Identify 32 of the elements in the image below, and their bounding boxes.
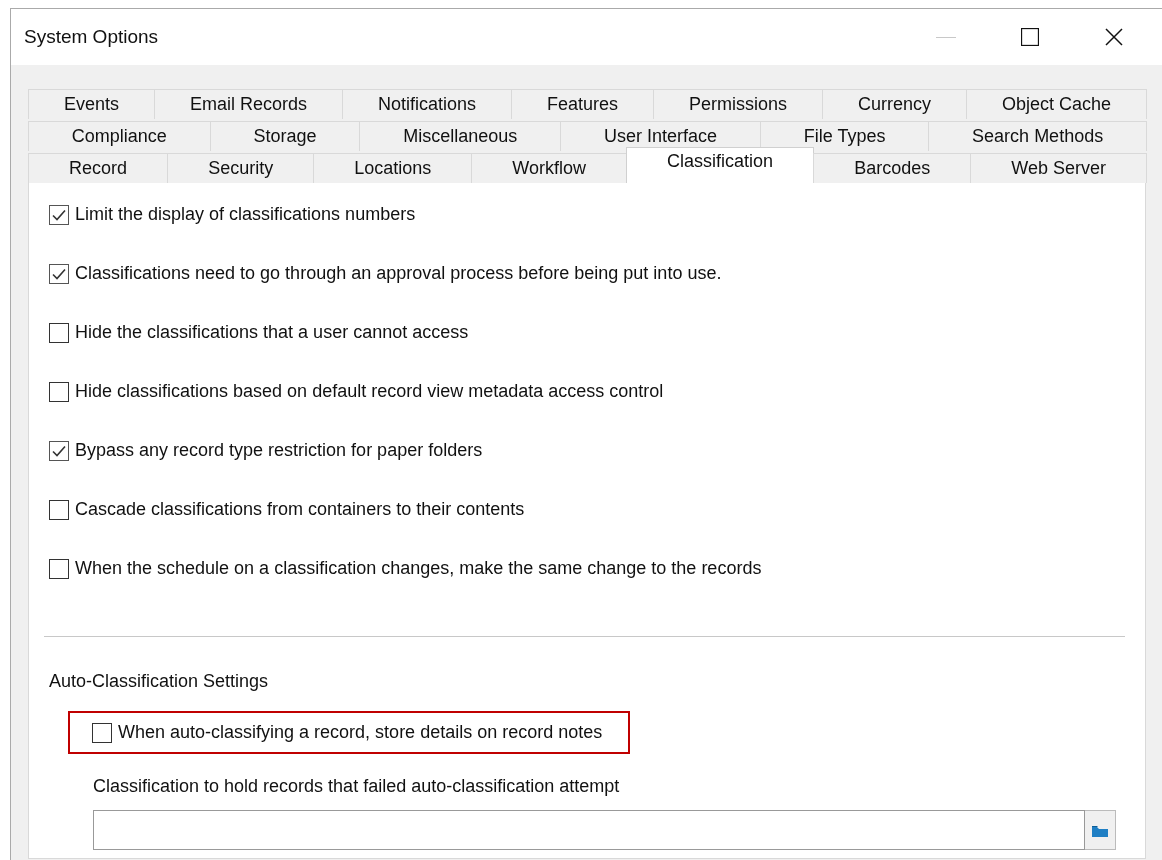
tab[interactable]: Search Methods — [928, 121, 1147, 151]
checkbox[interactable] — [49, 440, 69, 461]
checkbox[interactable] — [49, 499, 69, 520]
tab[interactable]: Barcodes — [813, 153, 972, 183]
section-heading: Auto-Classification Settings — [49, 671, 270, 692]
close-icon[interactable] — [1105, 28, 1123, 46]
field-label: Classification to hold records that failed auto-classification attempt — [93, 776, 621, 797]
tab[interactable]: Classification — [626, 147, 815, 183]
window-title: System Options — [24, 26, 159, 48]
maximize-icon[interactable] — [1021, 28, 1039, 46]
tab[interactable]: Events — [28, 89, 155, 119]
browse-button[interactable] — [1085, 810, 1116, 850]
checkbox[interactable] — [49, 263, 69, 284]
checkbox-label: When the schedule on a classification changes, make the same change to the records — [75, 558, 762, 579]
checkbox-label: Cascade classifications from containers to their contents — [75, 499, 525, 520]
input-field[interactable] — [93, 810, 1085, 850]
checkbox-label: Bypass any record type restriction for paper folders — [75, 440, 483, 461]
checkbox[interactable] — [49, 558, 69, 579]
checkbox-label: Limit the display of classifications numbers — [75, 204, 416, 225]
tab[interactable]: Web Server — [970, 153, 1148, 183]
checkbox[interactable] — [49, 322, 69, 343]
checkbox-label: When auto-classifying a record, store details on record notes — [118, 722, 603, 743]
checkbox-label: Hide classifications based on default record view metadata access control — [75, 381, 664, 402]
tab[interactable]: Object Cache — [965, 89, 1147, 119]
folder-icon[interactable] — [1092, 823, 1108, 837]
checkbox-label: Hide the classifications that a user cannot access — [75, 322, 469, 343]
checkbox[interactable] — [49, 204, 69, 225]
tab[interactable]: Compliance — [28, 121, 211, 151]
tab[interactable]: Record — [28, 153, 169, 183]
checkbox-label: Classifications need to go through an approval process before being put into use. — [75, 263, 722, 284]
checkbox[interactable] — [49, 381, 69, 402]
checkbox[interactable] — [92, 722, 112, 743]
